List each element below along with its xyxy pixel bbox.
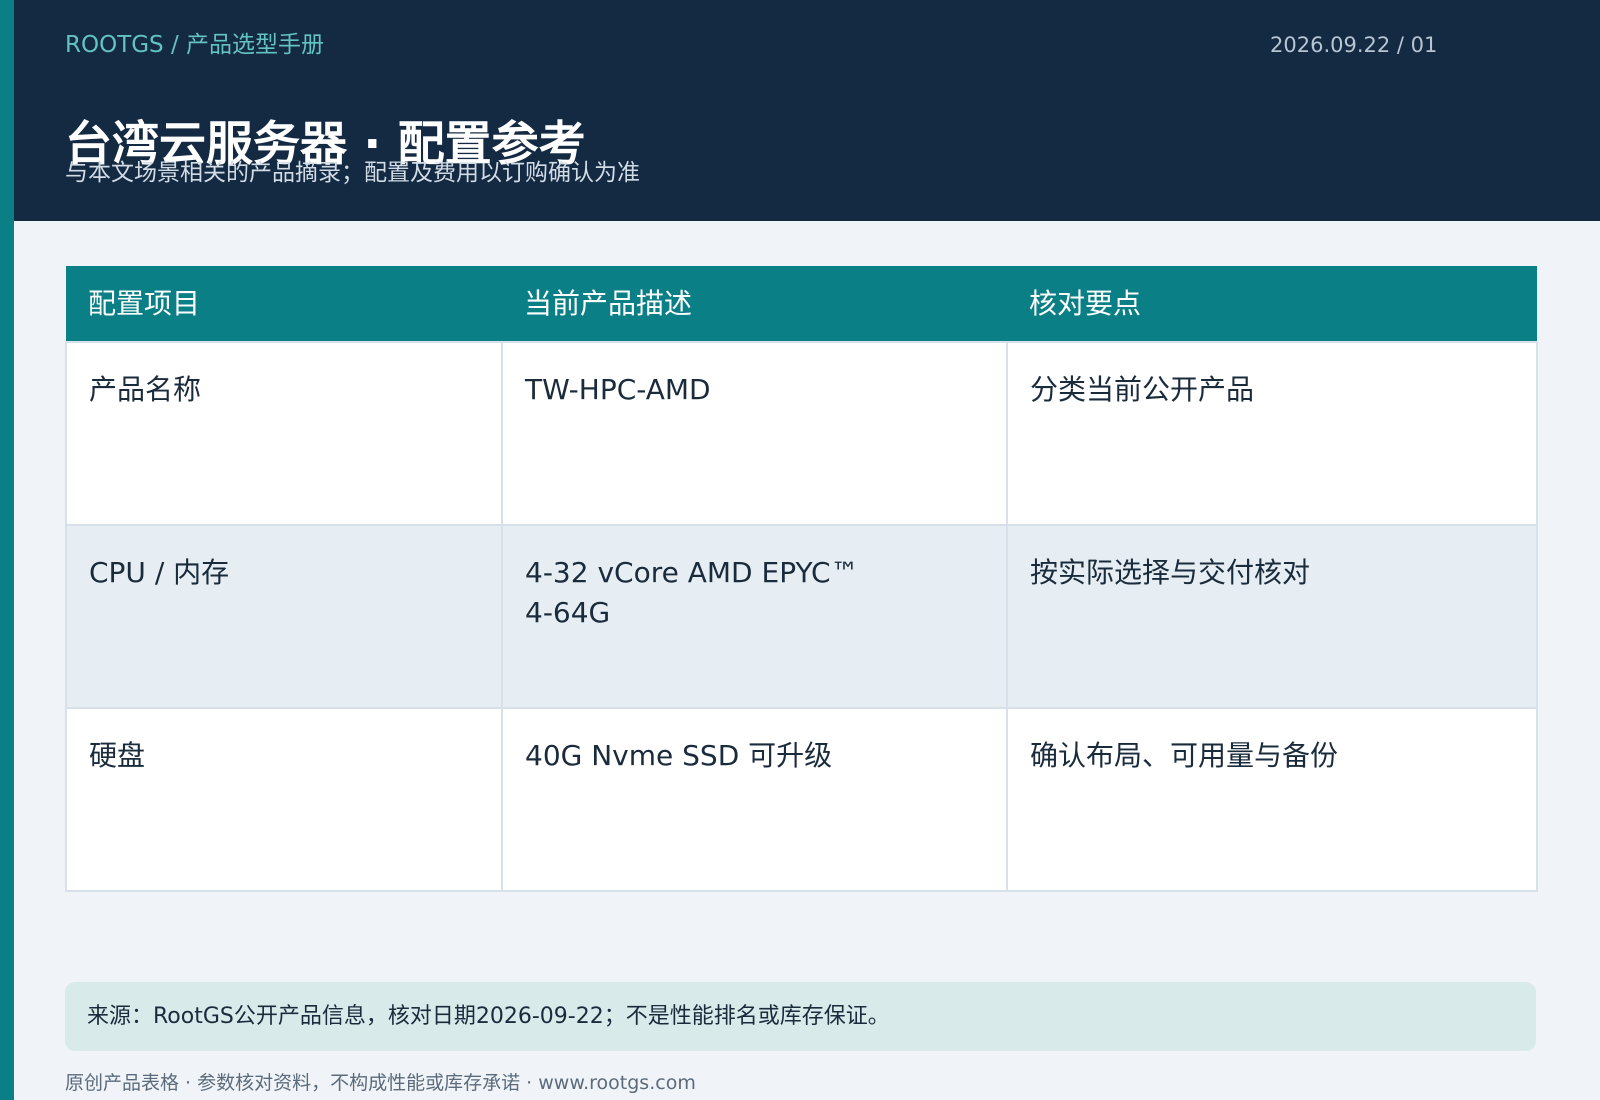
column-header-description: 当前产品描述 [502,266,1007,342]
table-header-row: 配置项目 当前产品描述 核对要点 [66,266,1537,342]
row-item-cell: CPU / 内存 [65,524,503,709]
row-description-cell: 4-32 vCore AMD EPYC™ 4-64G [501,524,1008,709]
row-check-cell: 分类当前公开产品 [1006,341,1538,526]
source-note: 来源：RootGS公开产品信息，核对日期2026-09-22；不是性能排名或库存… [65,982,1536,1051]
breadcrumb: ROOTGS / 产品选型手册 [65,32,325,58]
table-row: CPU / 内存 4-32 vCore AMD EPYC™ 4-64G 按实际选… [65,524,1538,709]
row-description-cell: TW-HPC-AMD [501,341,1008,526]
description-line: 4-32 vCore AMD EPYC™ [525,556,859,589]
row-check-cell: 按实际选择与交付核对 [1006,524,1538,709]
table-header: 配置项目 当前产品描述 核对要点 [66,266,1537,342]
table-row: 硬盘 40G Nvme SSD 可升级 确认布局、可用量与备份 [65,707,1538,892]
description-line: 4-64G [525,596,611,629]
row-check-cell: 确认布局、可用量与备份 [1006,707,1538,892]
description-line: TW-HPC-AMD [525,373,711,406]
document-date: 2026.09.22 / 01 [1270,33,1438,57]
page-footer: 原创产品表格 · 参数核对资料，不构成性能或库存承诺 · www.rootgs.… [65,1072,696,1094]
column-header-check: 核对要点 [1007,266,1537,342]
page-header: ROOTGS / 产品选型手册 2026.09.22 / 01 台湾云服务器 ·… [14,0,1600,221]
table-row: 产品名称 TW-HPC-AMD 分类当前公开产品 [65,341,1538,526]
row-item-cell: 产品名称 [65,341,503,526]
page-subtitle: 与本文场景相关的产品摘录；配置及费用以订购确认为准 [65,160,640,186]
table-body: 产品名称 TW-HPC-AMD 分类当前公开产品 CPU / 内存 4-32 v… [65,341,1538,892]
description-line: 40G Nvme SSD 可升级 [525,739,833,772]
left-accent-bar [0,0,14,1100]
row-item-cell: 硬盘 [65,707,503,892]
column-header-item: 配置项目 [66,266,502,342]
configuration-table: 配置项目 当前产品描述 核对要点 产品名称 TW-HPC-AMD 分类当前公开产… [65,266,1538,892]
row-description-cell: 40G Nvme SSD 可升级 [501,707,1008,892]
